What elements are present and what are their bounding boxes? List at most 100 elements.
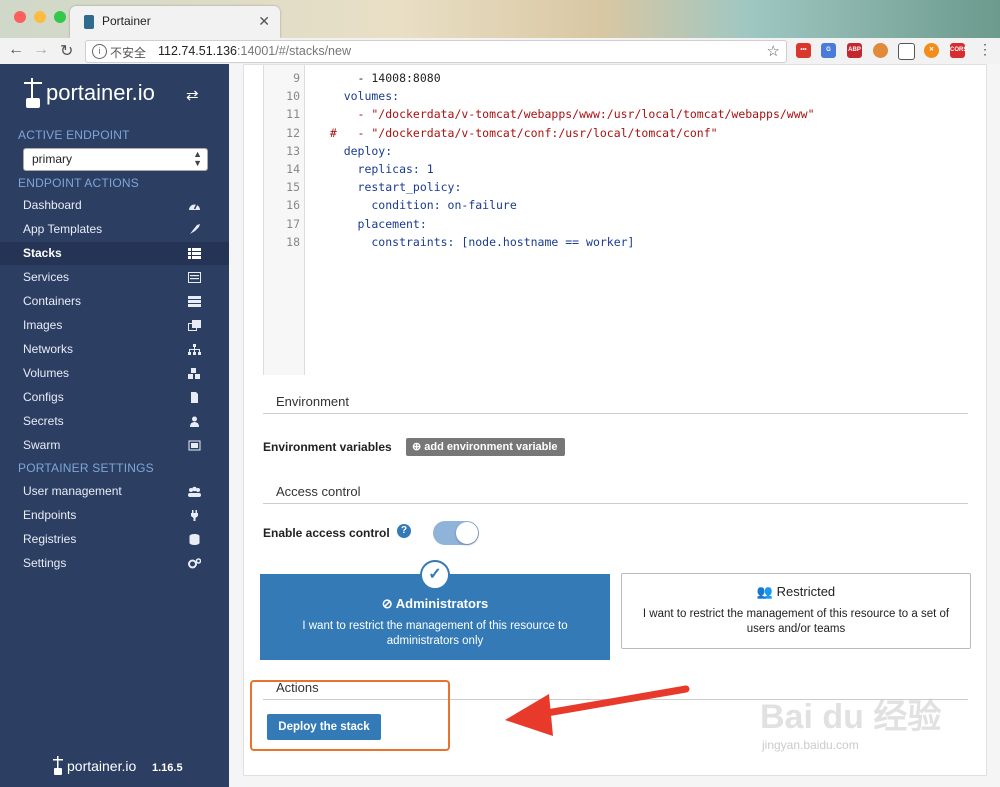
url-path: :14001/#/stacks/new [237, 44, 351, 58]
sitemap-icon [188, 344, 201, 355]
line-number-gutter: 9 10 11 12 13 14 15 16 17 18 [264, 65, 305, 375]
sidebar-item-networks[interactable]: Networks [0, 338, 229, 361]
restricted-description: I want to restrict the management of thi… [642, 608, 950, 635]
code-line: # - "/dockerdata/v-tomcat/conf:/usr/loca… [316, 126, 718, 140]
extension-circle-icon[interactable] [873, 43, 888, 58]
code-line: - "/dockerdata/v-tomcat/webapps/www:/usr… [316, 107, 815, 121]
sidebar-item-volumes[interactable]: Volumes [0, 362, 229, 385]
bookmark-star-icon[interactable]: ☆ [767, 42, 780, 60]
sidebar-item-settings[interactable]: Settings [0, 552, 229, 575]
rocket-icon [190, 224, 200, 234]
sidebar-item-containers[interactable]: Containers [0, 290, 229, 313]
sidebar-item-endpoints[interactable]: Endpoints [0, 504, 229, 527]
sidebar: portainer.io ⇄ ACTIVE ENDPOINT primary ▲… [0, 64, 229, 787]
extension-orange-icon[interactable]: ✕ [924, 43, 939, 58]
administrators-option[interactable]: ✓ ⊘ Administrators I want to restrict th… [260, 560, 610, 660]
tachometer-icon [189, 203, 200, 210]
add-env-var-label: add environment variable [424, 441, 558, 453]
sidebar-item-secrets[interactable]: Secrets [0, 410, 229, 433]
browser-toolbar: ← → ↻ i 不安全 112.74.51.136:14001/#/stacks… [0, 38, 1000, 65]
switch-endpoint-icon[interactable]: ⇄ [186, 86, 199, 104]
reload-icon[interactable]: ↻ [60, 41, 73, 61]
url-host: 112.74.51.136 [158, 44, 238, 58]
extension-translate-icon[interactable]: G [821, 43, 836, 58]
browser-tab[interactable]: Portainer ✕ [70, 6, 280, 38]
watermark-brand: Bai du 经验 [760, 698, 942, 736]
annotation-highlight-box [250, 680, 450, 751]
line-number: 16 [286, 198, 300, 212]
code-line: constraints: [node.hostname == worker] [316, 235, 635, 249]
code-line: condition: on-failure [316, 198, 517, 212]
insecure-label: 不安全 [110, 46, 147, 60]
question-circle-icon[interactable]: ? [397, 524, 411, 538]
line-number: 10 [286, 89, 300, 103]
add-env-var-button[interactable]: ⊕ add environment variable [406, 438, 565, 456]
administrators-description: I want to restrict the management of thi… [302, 620, 568, 647]
access-control-section-header: Access control [263, 481, 968, 504]
address-bar[interactable]: i 不安全 112.74.51.136:14001/#/stacks/new ☆ [85, 40, 787, 63]
back-icon[interactable]: ← [8, 41, 24, 59]
version-label: 1.16.5 [152, 762, 183, 774]
cogs-icon [188, 558, 201, 569]
browser-menu-icon[interactable]: ⋮ [978, 41, 992, 58]
sidebar-item-label: Images [23, 318, 63, 332]
environment-heading: Environment [276, 394, 349, 409]
sidebar-item-label: Networks [23, 342, 74, 356]
forward-icon[interactable]: → [33, 41, 49, 59]
url-text: 112.74.51.136:14001/#/stacks/new [158, 44, 351, 58]
plus-circle-icon: ⊕ [412, 441, 422, 453]
th-list-icon [188, 248, 201, 259]
info-icon[interactable]: i [92, 44, 107, 59]
endpoint-select[interactable]: primary ▲ ▼ [23, 148, 208, 171]
check-icon: ✓ [420, 560, 450, 590]
server-icon [188, 296, 201, 307]
sidebar-item-label: Dashboard [23, 198, 82, 212]
maximize-window-icon[interactable] [54, 11, 66, 23]
extension-adblock-icon[interactable]: ABP [847, 43, 862, 58]
extension-lastpass-icon[interactable]: ••• [796, 43, 811, 58]
users-icon [188, 486, 201, 497]
sidebar-item-label: Services [23, 270, 70, 284]
access-control-toggle[interactable] [433, 521, 479, 545]
close-window-icon[interactable] [14, 11, 26, 23]
active-endpoint-heading: ACTIVE ENDPOINT [18, 128, 130, 142]
sidebar-item-label: App Templates [23, 222, 103, 236]
sidebar-item-user-management[interactable]: User management [0, 480, 229, 503]
browser-tab-bar: Portainer ✕ [0, 0, 1000, 38]
extension-glasses-icon[interactable] [898, 43, 915, 60]
tab-close-icon[interactable]: ✕ [258, 13, 270, 30]
sidebar-item-stacks[interactable]: Stacks [0, 242, 229, 265]
env-vars-label: Environment variables [263, 440, 392, 454]
sidebar-item-registries[interactable]: Registries [0, 528, 229, 551]
sidebar-item-label: Configs [23, 390, 64, 404]
sidebar-item-services[interactable]: Services [0, 266, 229, 289]
portainer-favicon-icon [84, 15, 94, 29]
sidebar-item-configs[interactable]: Configs [0, 386, 229, 409]
create-stack-panel: 9 10 11 12 13 14 15 16 17 18 - 14008:808… [243, 64, 987, 776]
minimize-window-icon[interactable] [34, 11, 46, 23]
sidebar-item-app-templates[interactable]: App Templates [0, 218, 229, 241]
tab-title: Portainer [102, 14, 151, 28]
portainer-settings-heading: PORTAINER SETTINGS [18, 461, 154, 475]
sidebar-item-label: Volumes [23, 366, 70, 380]
extension-cors-icon[interactable]: CORS [950, 43, 967, 58]
baidu-watermark: Bai du 经验 jingyan.baidu.com [760, 683, 960, 773]
main-content: 9 10 11 12 13 14 15 16 17 18 - 14008:808… [229, 64, 1000, 787]
restricted-title-text: Restricted [776, 584, 836, 599]
eye-slash-icon: ⊘ [381, 596, 396, 611]
sidebar-item-dashboard[interactable]: Dashboard [0, 194, 229, 217]
sidebar-item-swarm[interactable]: Swarm [0, 434, 229, 457]
annotation-arrow-icon [505, 685, 690, 736]
list-alt-icon [188, 272, 201, 283]
endpoint-select-value: primary [32, 152, 73, 166]
sidebar-item-label: Settings [23, 556, 67, 570]
code-line: restart_policy: [316, 180, 462, 194]
line-number: 14 [286, 162, 300, 176]
database-icon [189, 534, 200, 545]
select-arrows-icon: ▲ ▼ [193, 149, 202, 168]
compose-editor[interactable]: 9 10 11 12 13 14 15 16 17 18 - 14008:808… [263, 65, 969, 375]
sidebar-item-images[interactable]: Images [0, 314, 229, 337]
restricted-option[interactable]: 👥 Restricted I want to restrict the mana… [621, 573, 971, 649]
sidebar-item-label: Containers [23, 294, 82, 308]
crane-logo-icon [24, 78, 42, 108]
